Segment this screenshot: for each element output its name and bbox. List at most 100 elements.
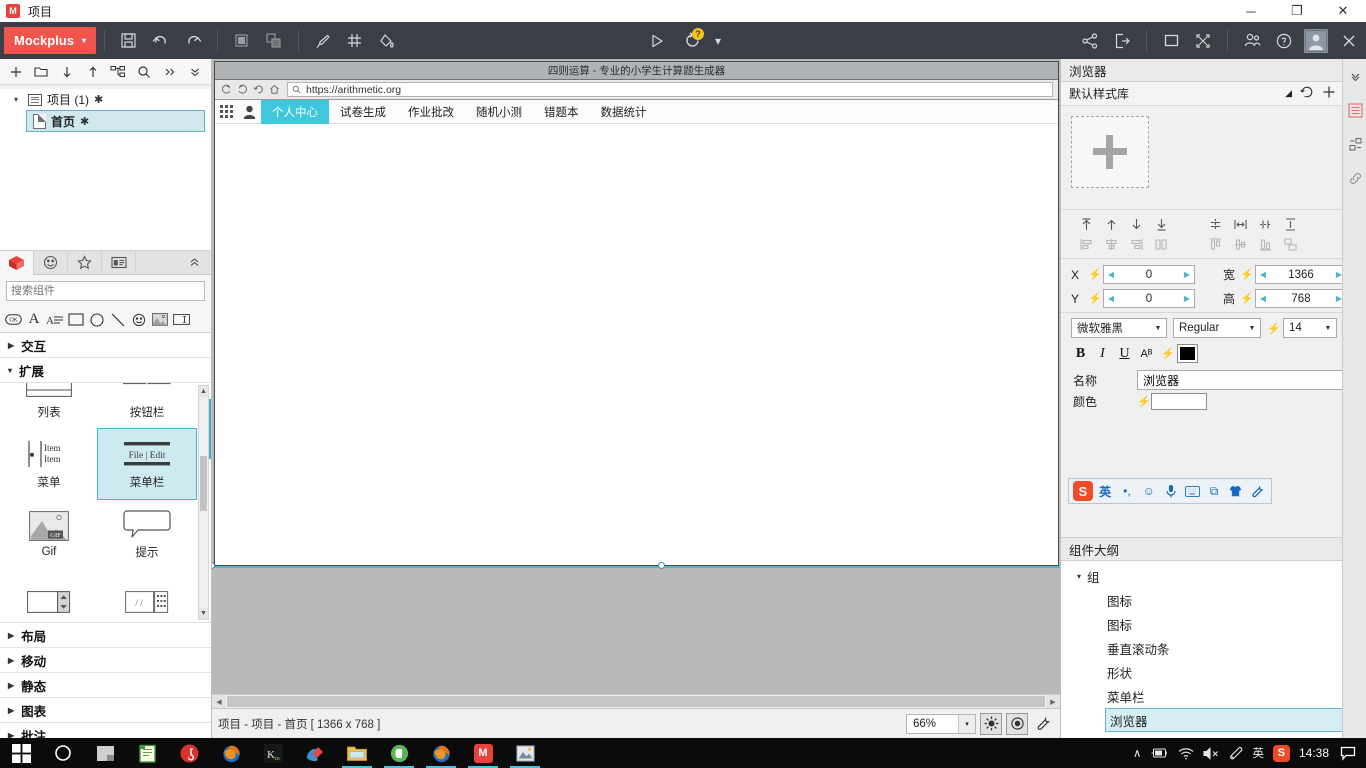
tray-expand-chevron-icon[interactable]: ∧ (1133, 746, 1141, 760)
mockplus-menu-button[interactable]: Mockplus ▾ (4, 27, 96, 54)
menu-item-random-quiz[interactable]: 随机小测 (465, 100, 533, 124)
letter-spacing-button[interactable]: Aᴮ (1139, 348, 1154, 360)
decrement-icon[interactable]: ◀ (1104, 270, 1118, 279)
minimize-button[interactable]: ─ (1228, 0, 1274, 22)
brush-icon[interactable] (307, 26, 339, 56)
export-icon[interactable] (1106, 26, 1138, 56)
new-folder-icon[interactable] (30, 61, 54, 83)
reload-icon[interactable] (252, 84, 264, 96)
rail-interaction-icon[interactable] (1343, 127, 1366, 161)
undo-icon[interactable] (145, 26, 177, 56)
group-icon[interactable] (226, 26, 258, 56)
help-icon[interactable] (1268, 26, 1300, 56)
ime-emoji-icon[interactable]: ☺ (1139, 482, 1158, 501)
search-icon[interactable] (132, 61, 156, 83)
image-icon[interactable] (151, 311, 169, 329)
sitemap-icon[interactable] (107, 61, 131, 83)
user-profile-icon[interactable] (237, 105, 261, 119)
component-item-datepicker[interactable]: / / (98, 569, 196, 622)
text-icon[interactable]: A (25, 311, 43, 329)
maximize-button[interactable]: ❐ (1274, 0, 1320, 22)
line-icon[interactable] (109, 311, 127, 329)
chevron-down-icon[interactable]: ▼ (1320, 325, 1336, 332)
scroll-thumb[interactable] (200, 456, 207, 511)
forward-icon[interactable] (236, 84, 248, 96)
align-right-icon[interactable] (1125, 234, 1147, 254)
window-icon[interactable] (1155, 26, 1187, 56)
align-center-horizontal-icon[interactable] (1254, 214, 1276, 234)
paint-app-button[interactable] (294, 738, 336, 768)
bolt-icon[interactable]: ⚡ (1240, 268, 1254, 281)
zoom-control[interactable]: 66% ▾ (906, 713, 976, 734)
ime-settings-icon[interactable] (1248, 482, 1267, 501)
decrement-icon[interactable]: ◀ (1256, 270, 1270, 279)
outline-item-shape[interactable]: 形状 (1061, 660, 1366, 684)
search-input[interactable] (6, 281, 205, 301)
menu-item-paper-generation[interactable]: 试卷生成 (329, 100, 397, 124)
team-icon[interactable] (1236, 26, 1268, 56)
name-input[interactable] (1137, 370, 1358, 390)
ime-screenshot-icon[interactable]: ⧉ (1205, 482, 1224, 501)
align-middle-icon[interactable] (1229, 234, 1251, 254)
volume-mute-icon[interactable] (1203, 746, 1220, 760)
emoji-icon[interactable] (130, 311, 148, 329)
scroll-up-icon[interactable]: ▲ (199, 386, 208, 397)
bring-forward-icon[interactable] (1100, 214, 1122, 234)
decrement-icon[interactable]: ◀ (1104, 294, 1118, 303)
close-button[interactable]: ✕ (1320, 0, 1366, 22)
ungroup-icon[interactable] (258, 26, 290, 56)
rail-link-icon[interactable] (1343, 161, 1366, 195)
toolbar-close-icon[interactable] (1332, 26, 1366, 56)
increment-icon[interactable]: ▶ (1180, 270, 1194, 279)
home-icon[interactable] (268, 84, 280, 96)
outline-item-icon-1[interactable]: 图标 (1061, 588, 1366, 612)
collapse-library-icon[interactable] (177, 251, 211, 275)
taskbar-clock[interactable]: 14:38 (1299, 746, 1329, 760)
scroll-down-icon[interactable]: ▼ (199, 608, 208, 619)
component-item-menu[interactable]: Item Item 菜单 (0, 429, 98, 499)
ime-punctuation-icon[interactable]: •, (1118, 482, 1137, 501)
more-icon[interactable] (158, 61, 182, 83)
start-button[interactable] (0, 738, 42, 768)
rail-properties-icon[interactable] (1343, 93, 1366, 127)
tab-icons[interactable] (34, 250, 68, 275)
save-icon[interactable] (113, 26, 145, 56)
bolt-icon[interactable]: ⚡ (1137, 395, 1151, 408)
menu-item-mistake-book[interactable]: 错题本 (533, 100, 590, 124)
style-library-row[interactable]: 默认样式库 ◢ (1061, 82, 1366, 106)
bolt-icon[interactable]: ⚡ (1240, 292, 1254, 305)
sogou-tray-icon[interactable]: S (1272, 744, 1290, 762)
section-header-chart[interactable]: ▶ 图表 (0, 698, 211, 723)
increment-icon[interactable]: ▶ (1180, 294, 1194, 303)
sync-chevron-down-icon[interactable]: ▾ (711, 26, 725, 56)
kingsoft-app-button[interactable]: Km (252, 738, 294, 768)
ime-language-indicator[interactable]: 英 (1252, 745, 1264, 761)
send-to-back-icon[interactable] (1150, 214, 1172, 234)
canvas-horizontal-scrollbar[interactable]: ◀ ▶ (212, 694, 1060, 709)
decrement-icon[interactable]: ◀ (1256, 294, 1270, 303)
firefox-app-button[interactable] (210, 738, 252, 768)
distribute-vertical-icon[interactable] (1279, 214, 1301, 234)
browser-url-bar[interactable]: https://arithmetic.org (287, 82, 1053, 97)
section-header-extend[interactable]: ▾ 扩展 (0, 358, 211, 383)
add-style-card[interactable] (1071, 116, 1149, 188)
scroll-left-icon[interactable]: ◀ (212, 694, 226, 709)
library-scrollbar[interactable]: ▲ ▼ (198, 385, 209, 620)
ime-language-toggle[interactable]: 英 (1096, 482, 1115, 501)
tab-favorites[interactable] (68, 250, 102, 275)
evernote-app-button[interactable] (378, 738, 420, 768)
outline-item-icon-2[interactable]: 图标 (1061, 612, 1366, 636)
share-icon[interactable] (1074, 26, 1106, 56)
bolt-icon[interactable]: ⚡ (1161, 347, 1175, 360)
selection-handle-bottom-center[interactable] (658, 562, 665, 569)
sync-icon[interactable]: ? (677, 26, 707, 56)
scroll-right-icon[interactable]: ▶ (1046, 694, 1060, 709)
fullscreen-icon[interactable] (1187, 26, 1219, 56)
notepad-app-button[interactable] (126, 738, 168, 768)
ime-skin-icon[interactable] (1226, 482, 1245, 501)
distribute-horizontal-icon[interactable] (1229, 214, 1251, 234)
component-item-buttonbar[interactable]: 按钮栏 (98, 383, 196, 429)
component-item-gif[interactable]: GIF Gif (0, 499, 98, 569)
preview-play-icon[interactable] (641, 26, 673, 56)
collapse-tree-icon[interactable] (183, 61, 207, 83)
